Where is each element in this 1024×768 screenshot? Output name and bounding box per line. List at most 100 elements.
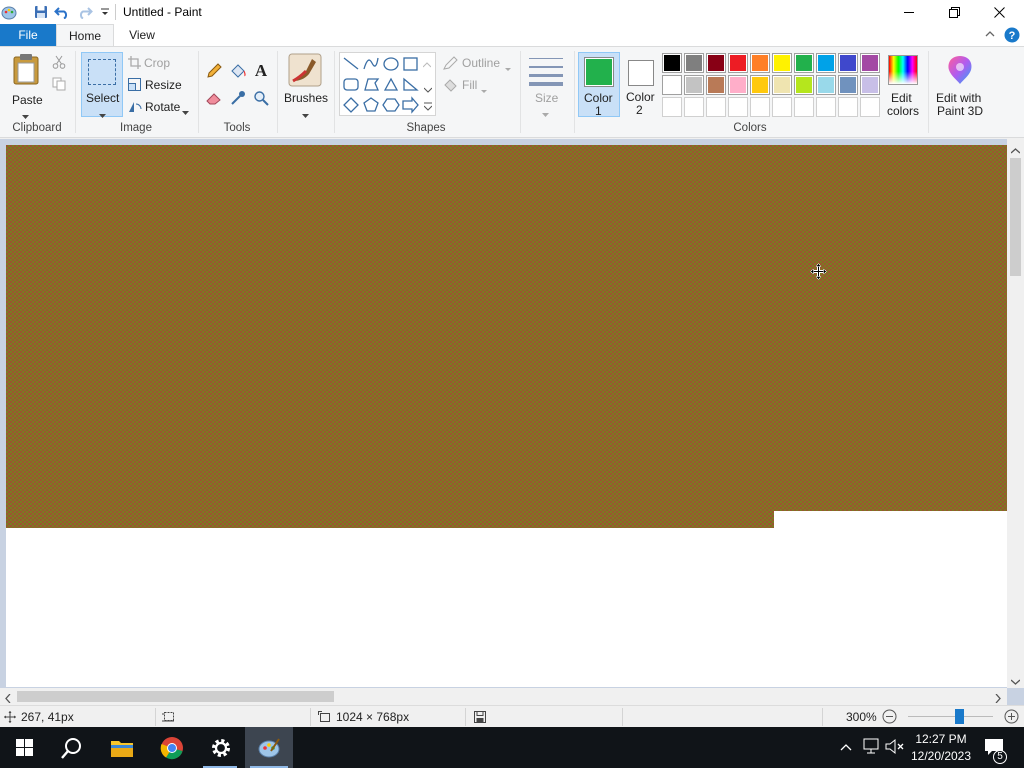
vertical-scrollbar[interactable] [1007,139,1024,688]
palette-color-swatch[interactable] [750,53,770,73]
settings-gear-icon[interactable] [197,727,245,768]
zoom-in-icon[interactable] [1004,709,1019,727]
clock-time[interactable]: 12:27 PM [912,732,970,746]
collapse-ribbon-icon[interactable] [984,28,996,43]
palette-color-swatch[interactable] [860,75,880,95]
palette-color-swatch[interactable] [684,75,704,95]
palette-custom-slot[interactable] [794,97,814,117]
customize-quick-access-icon[interactable] [96,3,114,21]
shapes-scroll-up-icon[interactable] [422,57,432,71]
shapes-gallery[interactable] [339,52,436,116]
close-button[interactable] [976,0,1022,24]
palette-color-swatch[interactable] [750,75,770,95]
rotate-dropdown-icon[interactable] [182,105,189,119]
brushes-button[interactable]: Brushes [282,52,328,118]
palette-color-swatch[interactable] [684,53,704,73]
horizontal-scroll-thumb[interactable] [17,691,334,702]
paint-app-icon[interactable] [0,3,18,21]
outline-icon[interactable] [443,56,459,73]
palette-color-swatch[interactable] [838,53,858,73]
palette-color-swatch[interactable] [838,75,858,95]
scroll-right-icon[interactable] [995,692,1001,706]
palette-color-swatch[interactable] [794,53,814,73]
palette-custom-slot[interactable] [662,97,682,117]
tab-view[interactable]: View [120,24,164,46]
zoom-slider-track[interactable] [908,716,993,717]
palette-custom-slot[interactable] [860,97,880,117]
rotate-icon[interactable] [128,100,142,116]
palette-color-swatch[interactable] [772,53,792,73]
horizontal-scrollbar[interactable] [0,688,1007,705]
palette-color-swatch[interactable] [772,75,792,95]
palette-custom-slot[interactable] [750,97,770,117]
crop-icon[interactable] [128,56,141,72]
shapes-more-icon[interactable] [423,100,433,114]
chrome-icon[interactable] [148,727,196,768]
edit-with-paint3d-button[interactable]: Edit with Paint 3D [932,52,988,118]
paste-button[interactable]: Paste [6,51,46,119]
redo-icon[interactable] [76,3,94,21]
crop-label[interactable]: Crop [144,56,170,70]
zoom-slider-thumb[interactable] [954,709,964,724]
palette-custom-slot[interactable] [772,97,792,117]
palette-color-swatch[interactable] [706,75,726,95]
tab-home[interactable]: Home [56,24,114,47]
vertical-scroll-thumb[interactable] [1010,158,1021,276]
size-button[interactable]: Size [526,54,566,117]
palette-color-swatch[interactable] [860,53,880,73]
copy-icon[interactable] [52,77,66,94]
select-button[interactable]: Select [81,52,123,118]
shapes-scroll-down-icon[interactable] [423,82,433,96]
scroll-up-icon[interactable] [1010,143,1021,157]
scroll-down-icon[interactable] [1010,674,1021,688]
fill-label[interactable]: Fill [462,78,477,92]
palette-color-swatch[interactable] [728,53,748,73]
undo-icon[interactable] [53,3,71,21]
zoom-out-icon[interactable] [882,709,897,727]
outline-dropdown-icon[interactable] [505,61,511,75]
drawing-canvas[interactable] [6,145,1007,687]
minimize-button[interactable] [886,0,932,24]
palette-color-swatch[interactable] [728,75,748,95]
palette-color-swatch[interactable] [662,53,682,73]
help-icon[interactable]: ? [1004,27,1020,46]
resize-icon[interactable] [128,78,141,94]
fill-shape-icon[interactable] [443,78,459,95]
volume-muted-icon[interactable] [885,738,905,758]
rotate-label[interactable]: Rotate [145,100,180,114]
outline-label[interactable]: Outline [462,56,500,70]
start-button[interactable] [0,727,48,768]
color2-button[interactable]: Color 2 [622,52,660,117]
palette-color-swatch[interactable] [816,75,836,95]
palette-color-swatch[interactable] [662,75,682,95]
color1-button[interactable]: Color 1 [578,52,620,118]
palette-custom-slot[interactable] [706,97,726,117]
palette-color-swatch[interactable] [706,53,726,73]
palette-custom-slot[interactable] [684,97,704,117]
fill-dropdown-icon[interactable] [481,83,487,97]
clock-date[interactable]: 12/20/2023 [910,749,972,763]
network-icon[interactable] [862,738,880,758]
resize-label[interactable]: Resize [145,78,182,92]
magnifier-icon[interactable] [253,90,269,109]
restore-button[interactable] [931,0,977,24]
show-hidden-icons-icon[interactable] [840,741,852,755]
palette-custom-slot[interactable] [838,97,858,117]
file-explorer-icon[interactable] [98,727,146,768]
palette-color-swatch[interactable] [794,75,814,95]
paint-taskbar-icon[interactable] [245,727,293,768]
pencil-icon[interactable] [206,63,222,82]
palette-custom-slot[interactable] [816,97,836,117]
eraser-icon[interactable] [206,91,223,108]
scroll-left-icon[interactable] [5,692,11,706]
palette-custom-slot[interactable] [728,97,748,117]
canvas-workspace[interactable] [0,139,1024,705]
tab-file[interactable]: File [0,24,56,46]
text-icon[interactable]: A [253,61,269,82]
color-picker-icon[interactable] [230,90,246,109]
search-icon[interactable] [48,727,96,768]
edit-colors-button[interactable]: Edit colors [884,52,922,118]
cut-icon[interactable] [52,55,66,72]
fill-bucket-icon[interactable] [229,63,246,82]
palette-color-swatch[interactable] [816,53,836,73]
